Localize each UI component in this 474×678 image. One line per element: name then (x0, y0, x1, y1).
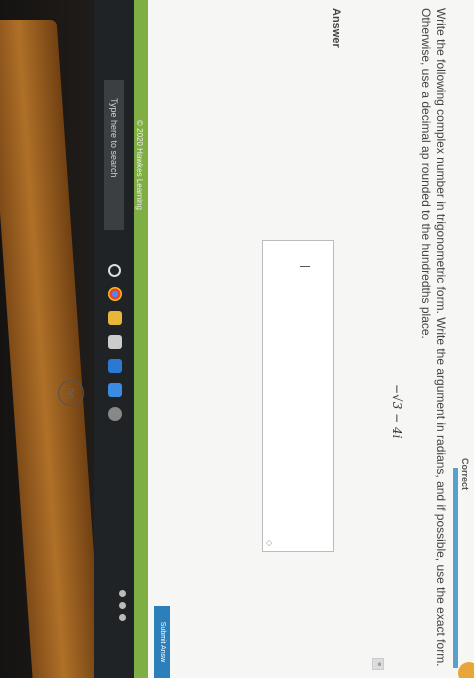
system-tray (119, 590, 126, 621)
mail-icon[interactable] (108, 359, 122, 373)
dropbox-icon[interactable] (108, 383, 122, 397)
math-expression: −√3 − 4i (390, 384, 404, 439)
browser-viewport: Correct Write the following complex numb… (134, 0, 474, 678)
file-explorer-icon[interactable] (108, 311, 122, 325)
resize-handle-icon[interactable]: ◇ (265, 540, 274, 546)
network-icon[interactable] (119, 590, 126, 597)
answer-label: Answer (330, 8, 342, 48)
progress-bar (453, 468, 458, 668)
hp-logo-icon: hp (58, 380, 84, 406)
answer-input[interactable] (262, 240, 334, 552)
scroll-icon[interactable]: ≡ (372, 658, 384, 670)
store-icon[interactable] (108, 335, 122, 349)
submit-button[interactable]: Submit Answ (154, 606, 170, 678)
copyright-text: © 2020 Hawkes Learning (135, 120, 144, 210)
taskbar-search-input[interactable]: Type here to search (104, 80, 124, 230)
battery-icon[interactable] (119, 614, 126, 621)
task-view-icon[interactable] (108, 264, 122, 277)
status-label: Correct (460, 457, 470, 490)
settings-icon[interactable] (108, 407, 122, 421)
photo-scene: Correct Write the following complex numb… (0, 0, 474, 678)
page-footer (134, 0, 148, 678)
chrome-icon[interactable] (108, 287, 122, 301)
question-prompt: Write the following complex number in tr… (419, 8, 448, 667)
rotated-screen: Correct Write the following complex numb… (0, 0, 474, 678)
text-cursor (300, 266, 310, 267)
taskbar-app-icons (108, 264, 122, 421)
volume-icon[interactable] (119, 602, 126, 609)
help-badge[interactable] (458, 662, 474, 678)
